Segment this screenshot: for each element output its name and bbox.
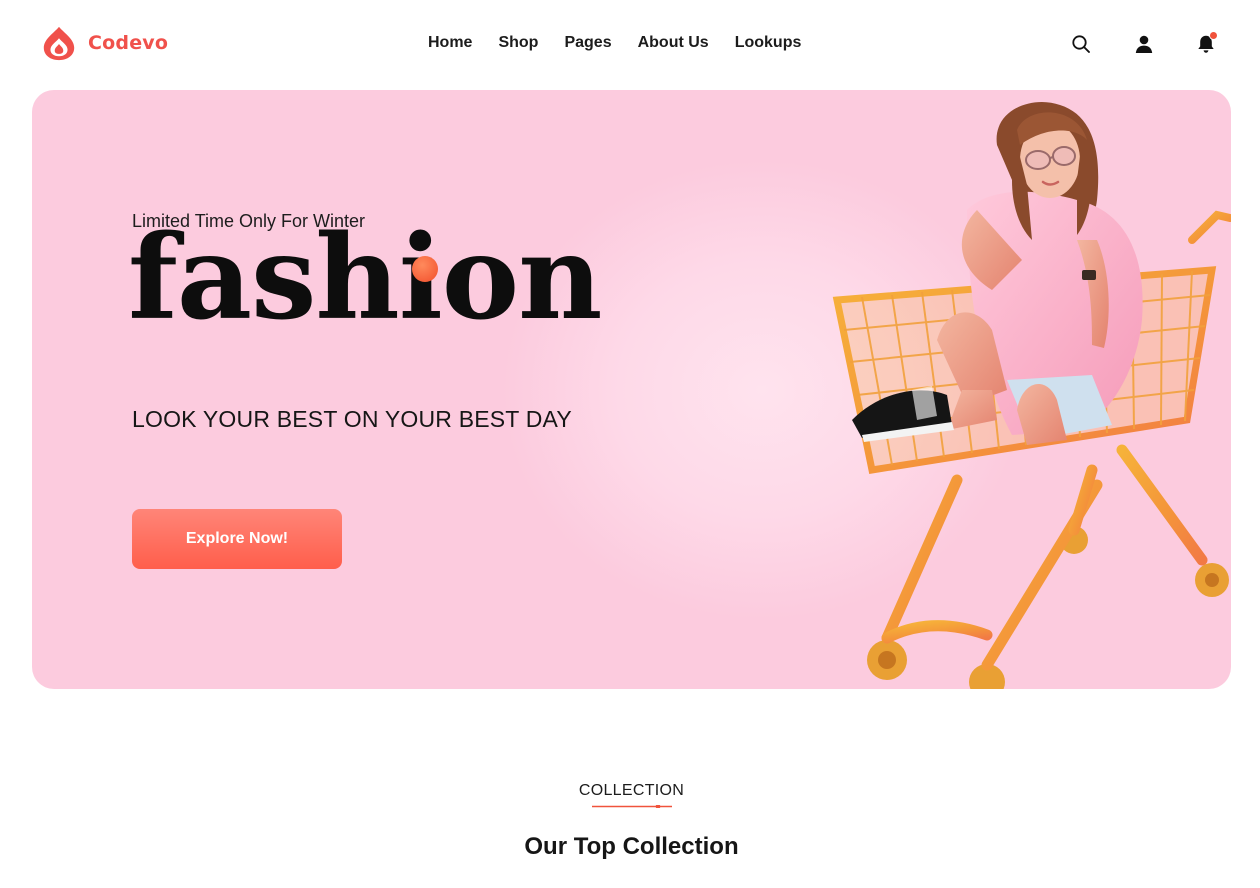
- explore-now-button[interactable]: Explore Now!: [132, 509, 342, 569]
- notifications-button[interactable]: [1194, 31, 1218, 56]
- notification-dot: [1209, 31, 1218, 40]
- nav-item-pages[interactable]: Pages: [564, 34, 611, 52]
- search-button[interactable]: [1069, 32, 1093, 56]
- user-icon: [1135, 35, 1153, 53]
- collection-eyebrow: COLLECTION: [578, 782, 685, 799]
- search-icon: [1072, 35, 1090, 53]
- collection-title: Our Top Collection: [524, 833, 739, 860]
- account-button[interactable]: [1132, 32, 1156, 56]
- hero-title: fashion: [128, 210, 602, 346]
- nav-item-about-us[interactable]: About Us: [638, 34, 709, 52]
- flame-drop-logo-icon: [43, 26, 75, 61]
- brand-name: Codevo: [88, 32, 169, 54]
- collection-divider: [592, 805, 672, 808]
- nav-item-home[interactable]: Home: [428, 34, 472, 52]
- main-nav: Home Shop Pages About Us Lookups: [428, 34, 801, 52]
- woman-in-shopping-cart-photo: [832, 101, 1231, 689]
- hero-banner: Limited Time Only For Winter fashion LOO…: [32, 90, 1231, 689]
- nav-item-shop[interactable]: Shop: [498, 34, 538, 52]
- hero-subtitle: LOOK YOUR BEST ON YOUR BEST DAY: [132, 406, 572, 432]
- nav-item-lookups[interactable]: Lookups: [735, 34, 802, 52]
- site-header: Codevo Home Shop Pages About Us Lookups: [0, 0, 1260, 90]
- brand-logo[interactable]: Codevo: [40, 24, 168, 62]
- hero-title-dot: [412, 256, 438, 282]
